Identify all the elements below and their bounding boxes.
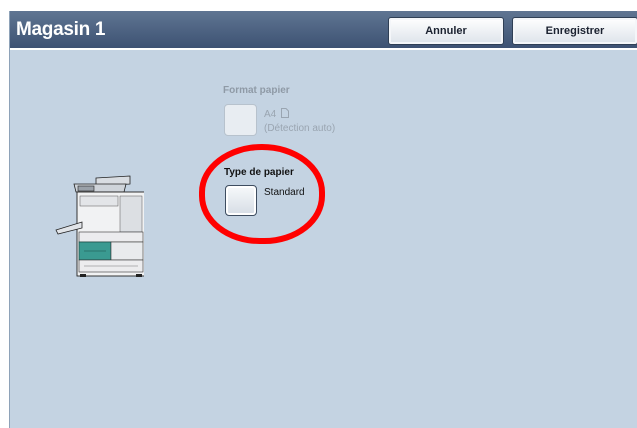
paper-format-label: Format papier [223,85,290,96]
title-bar: Magasin 1 Annuler Enregistrer [10,11,637,50]
paper-format-value: A4 (Détection auto) [264,108,335,136]
screen-title: Magasin 1 [16,19,106,40]
paper-detection: (Détection auto) [264,123,336,134]
paper-type-button[interactable] [225,185,257,216]
paper-type-label: Type de papier [224,167,294,178]
cancel-button[interactable]: Annuler [388,17,504,45]
save-button[interactable]: Enregistrer [512,17,637,45]
paper-format-button [224,104,257,136]
portrait-page-icon [281,108,290,118]
paper-size: A4 [264,109,277,120]
printer-icon [55,175,144,277]
paper-type-value: Standard [264,187,305,198]
